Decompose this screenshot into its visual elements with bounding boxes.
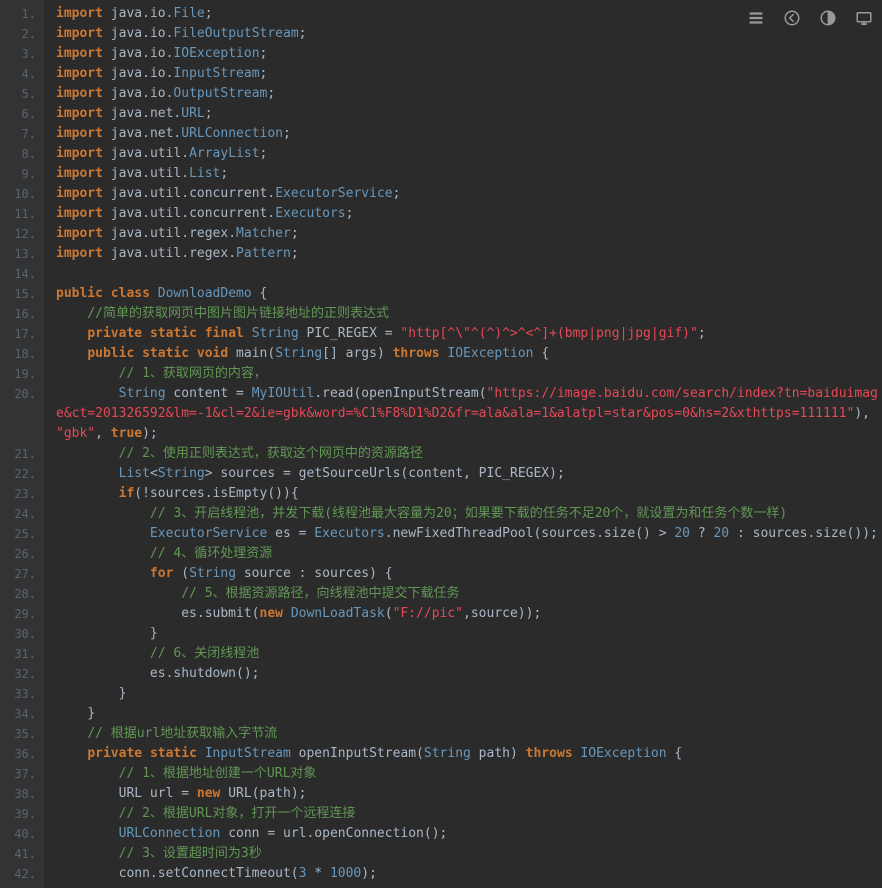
line-number: 37. [12, 764, 36, 784]
code-line: es.submit(new DownLoadTask("F://pic",sou… [56, 604, 882, 624]
code-line: private static InputStream openInputStre… [56, 744, 882, 764]
line-number: 13. [12, 244, 36, 264]
code-line: public class DownloadDemo { [56, 284, 882, 304]
line-number: 41. [12, 844, 36, 864]
code-line: // 1、根据地址创建一个URL对象 [56, 764, 882, 784]
line-number: 40. [12, 824, 36, 844]
line-number: 17. [12, 324, 36, 344]
line-number: 19. [12, 364, 36, 384]
code-line: String content = MyIOUtil.read(openInput… [56, 384, 882, 444]
line-number: 29. [12, 604, 36, 624]
code-line: // 2、根据URL对象，打开一个远程连接 [56, 804, 882, 824]
line-number: 33. [12, 684, 36, 704]
line-number: 22. [12, 464, 36, 484]
code-line: for (String source : sources) { [56, 564, 882, 584]
code-line: //简单的获取网页中图片图片链接地址的正则表达式 [56, 304, 882, 324]
code-line: // 1、获取网页的内容， [56, 364, 882, 384]
code-line: private static final String PIC_REGEX = … [56, 324, 882, 344]
line-number: 15. [12, 284, 36, 304]
code-line: // 根据url地址获取输入字节流 [56, 724, 882, 744]
code-line: import java.util.concurrent.Executors; [56, 204, 882, 224]
code-line: es.shutdown(); [56, 664, 882, 684]
line-number: 31. [12, 644, 36, 664]
line-number: 11. [12, 204, 36, 224]
code-line: import java.net.URLConnection; [56, 124, 882, 144]
code-line: import java.io.InputStream; [56, 64, 882, 84]
line-number: 5. [12, 84, 36, 104]
editor-toolbar [746, 8, 874, 28]
code-line: } [56, 704, 882, 724]
code-line: import java.io.IOException; [56, 44, 882, 64]
code-line: import java.io.OutputStream; [56, 84, 882, 104]
line-number: 4. [12, 64, 36, 84]
code-line: conn.setConnectTimeout(3 * 1000); [56, 864, 882, 884]
code-area[interactable]: import java.io.File;import java.io.FileO… [44, 0, 882, 888]
code-line: // 6、关闭线程池 [56, 644, 882, 664]
line-number: 28. [12, 584, 36, 604]
code-line: // 5、根据资源路径，向线程池中提交下载任务 [56, 584, 882, 604]
line-number: 39. [12, 804, 36, 824]
line-number: 36. [12, 744, 36, 764]
line-number: 24. [12, 504, 36, 524]
line-number: 16. [12, 304, 36, 324]
line-number: 2. [12, 24, 36, 44]
code-line: URL url = new URL(path); [56, 784, 882, 804]
line-number: 20. [12, 384, 36, 444]
line-number: 1. [12, 4, 36, 24]
screen-icon[interactable] [854, 8, 874, 28]
code-line: URLConnection conn = url.openConnection(… [56, 824, 882, 844]
code-line [56, 264, 882, 284]
code-line: import java.util.regex.Matcher; [56, 224, 882, 244]
line-number: 26. [12, 544, 36, 564]
line-number: 38. [12, 784, 36, 804]
code-line: public static void main(String[] args) t… [56, 344, 882, 364]
line-number: 9. [12, 164, 36, 184]
line-number: 34. [12, 704, 36, 724]
line-number: 32. [12, 664, 36, 684]
line-number: 25. [12, 524, 36, 544]
line-number: 23. [12, 484, 36, 504]
code-line: // 3、开启线程池，并发下载(线程池最大容量为20；如果要下载的任务不足20个… [56, 504, 882, 524]
code-line: import java.net.URL; [56, 104, 882, 124]
line-number: 10. [12, 184, 36, 204]
line-number: 35. [12, 724, 36, 744]
line-number: 12. [12, 224, 36, 244]
code-line: import java.util.regex.Pattern; [56, 244, 882, 264]
code-editor: 1.2.3.4.5.6.7.8.9.10.11.12.13.14.15.16.1… [0, 0, 882, 888]
code-line: import java.util.List; [56, 164, 882, 184]
line-number: 7. [12, 124, 36, 144]
line-number: 21. [12, 444, 36, 464]
code-line: // 3、设置超时间为3秒 [56, 844, 882, 864]
back-icon[interactable] [782, 8, 802, 28]
line-number: 30. [12, 624, 36, 644]
code-line: ExecutorService es = Executors.newFixedT… [56, 524, 882, 544]
line-number: 18. [12, 344, 36, 364]
code-line: // 4、循环处理资源 [56, 544, 882, 564]
line-number: 14. [12, 264, 36, 284]
line-number: 6. [12, 104, 36, 124]
contrast-icon[interactable] [818, 8, 838, 28]
line-number-gutter: 1.2.3.4.5.6.7.8.9.10.11.12.13.14.15.16.1… [0, 0, 44, 888]
line-number: 3. [12, 44, 36, 64]
code-line: List<String> sources = getSourceUrls(con… [56, 464, 882, 484]
code-line: import java.util.ArrayList; [56, 144, 882, 164]
list-icon[interactable] [746, 8, 766, 28]
code-line: import java.util.concurrent.ExecutorServ… [56, 184, 882, 204]
code-line: // 2、使用正则表达式，获取这个网页中的资源路径 [56, 444, 882, 464]
code-line: } [56, 684, 882, 704]
line-number: 27. [12, 564, 36, 584]
line-number: 8. [12, 144, 36, 164]
line-number: 42. [12, 864, 36, 884]
code-line: if(!sources.isEmpty()){ [56, 484, 882, 504]
code-line: } [56, 624, 882, 644]
